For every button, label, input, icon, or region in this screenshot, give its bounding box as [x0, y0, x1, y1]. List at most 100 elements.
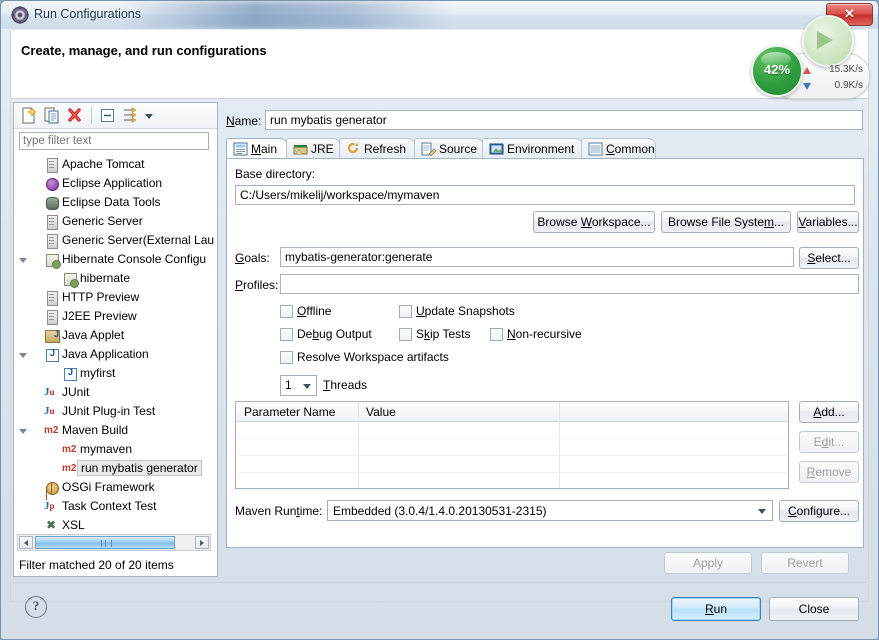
tree-item-label: XSL [62, 518, 85, 530]
tree-item[interactable]: J2EE Preview [16, 307, 215, 326]
tree-item[interactable]: OSGi Framework [16, 478, 215, 497]
tree-item[interactable]: Eclipse Data Tools [16, 193, 215, 212]
java-icon [44, 347, 60, 362]
filter-status-label: Filter matched 20 of 20 items [19, 558, 174, 572]
secondary-gauge-icon [802, 15, 854, 67]
variables-button[interactable]: Variables... [797, 211, 859, 233]
tree-item[interactable]: Apache Tomcat [16, 155, 215, 174]
delete-configuration-icon[interactable] [65, 106, 85, 125]
arrow-right-icon [200, 540, 204, 546]
configuration-name-input[interactable] [265, 110, 863, 130]
tree-item[interactable]: Jp Task Context Test [16, 497, 215, 516]
tree-item[interactable]: Ju JUnit [16, 383, 215, 402]
duplicate-configuration-icon[interactable] [42, 106, 62, 125]
common-tab-icon [588, 142, 603, 156]
tree-item[interactable]: Ju JUnit Plug-in Test [16, 402, 215, 421]
toolbar-separator [91, 107, 92, 124]
tab-label: Common [606, 142, 655, 156]
tab-label: Main [251, 142, 278, 156]
configurations-tree[interactable]: Apache Tomcat Eclipse Application Eclipse … [16, 155, 215, 530]
eclipse-run-icon [11, 6, 29, 24]
non-recursive-checkbox[interactable] [490, 328, 503, 341]
scroll-right-button[interactable] [195, 536, 209, 549]
parameters-table[interactable]: Parameter Name Value [235, 401, 789, 490]
tab-refresh[interactable]: Refresh [339, 138, 416, 159]
remove-parameter-button: Remove [799, 461, 859, 483]
maven-icon: m2 [44, 425, 59, 436]
resolve-workspace-artifacts-checkbox[interactable] [280, 351, 293, 364]
browse-file-system-button[interactable]: Browse File System... [661, 211, 791, 233]
tree-item-label: Maven Build [62, 423, 129, 437]
tree-item-label: Hibernate Console Configu [62, 252, 207, 266]
junit-plugin-icon: Ju [44, 405, 55, 417]
tree-item[interactable]: m2 run mybatis generator [16, 459, 215, 478]
tree-item[interactable]: Hibernate Console Configu [16, 250, 215, 269]
download-speed-value: 0.9K/s [834, 80, 863, 91]
debug-output-checkbox[interactable] [280, 328, 293, 341]
tree-twisty-icon[interactable] [19, 353, 27, 358]
filter-input[interactable] [19, 132, 209, 150]
column-value: Value [366, 405, 396, 419]
run-button[interactable]: Run [671, 597, 761, 621]
chevron-down-icon [303, 384, 311, 389]
server-icon [44, 233, 60, 249]
new-configuration-icon[interactable] [19, 106, 39, 125]
tree-item[interactable]: Java Applet [16, 326, 215, 345]
arrow-left-icon [24, 540, 28, 546]
update-snapshots-checkbox[interactable] [399, 305, 412, 318]
upload-speed-value: 15.3K/s [829, 64, 863, 75]
browse-workspace-button[interactable]: Browse Workspace... [533, 211, 655, 233]
maven-runtime-value: Embedded (3.0.4/1.4.0.20130531-2315) [333, 504, 547, 518]
tree-twisty-icon[interactable] [19, 429, 27, 434]
add-parameter-button[interactable]: Add... [799, 401, 859, 423]
base-directory-input[interactable] [235, 185, 855, 205]
tree-item-label: run mybatis generator [77, 460, 202, 476]
table-row[interactable] [236, 438, 788, 456]
tree-item-label: Generic Server [62, 214, 143, 228]
threads-select[interactable]: 1 [280, 375, 317, 396]
tree-item[interactable]: hibernate [16, 269, 215, 288]
tree-item[interactable]: ✖ XSL [16, 516, 215, 530]
skip-tests-checkbox[interactable] [399, 328, 412, 341]
help-icon[interactable]: ? [25, 596, 47, 618]
chevron-down-icon[interactable] [142, 106, 156, 125]
tree-item[interactable]: Generic Server [16, 212, 215, 231]
tree-item[interactable]: m2 Maven Build [16, 421, 215, 440]
tree-item[interactable]: Generic Server(External Laun [16, 231, 215, 250]
tab-label: JRE [311, 142, 334, 156]
offline-checkbox[interactable] [280, 305, 293, 318]
configure-runtime-button[interactable]: Configure... [779, 500, 859, 522]
select-goals-button[interactable]: Select... [799, 247, 859, 269]
tree-item[interactable]: m2 mymaven [16, 440, 215, 459]
tree-item[interactable]: Eclipse Application [16, 174, 215, 193]
tab-jre[interactable]: JRE [286, 138, 341, 159]
collapse-all-icon[interactable] [98, 106, 118, 125]
tab-common[interactable]: Common [581, 138, 656, 159]
table-row[interactable] [236, 421, 788, 439]
tree-item[interactable]: HTTP Preview [16, 288, 215, 307]
tree-item-label: Apache Tomcat [62, 157, 145, 171]
tree-item-label: myfirst [80, 366, 116, 380]
tab-source[interactable]: Source [414, 138, 484, 159]
chevron-down-icon [758, 509, 766, 514]
scroll-left-button[interactable] [19, 536, 33, 549]
tab-environment[interactable]: Environment [482, 138, 583, 159]
profiles-input[interactable] [280, 274, 859, 294]
maven-runtime-select[interactable]: Embedded (3.0.4/1.4.0.20130531-2315) [327, 500, 773, 521]
tree-item[interactable]: myfirst [16, 364, 215, 383]
tree-item[interactable]: Java Application [16, 345, 215, 364]
xsl-icon: ✖ [46, 518, 57, 530]
arrow-down-icon [803, 83, 811, 90]
goals-input[interactable] [280, 247, 794, 267]
tab-main[interactable]: Main [226, 138, 288, 159]
tree-horizontal-scrollbar[interactable] [17, 534, 211, 551]
network-speed-widget[interactable]: 42% 15.3K/s 0.9K/s [745, 15, 870, 99]
table-row[interactable] [236, 455, 788, 473]
filter-icon[interactable] [121, 106, 141, 125]
table-row[interactable] [236, 472, 788, 490]
tree-twisty-icon[interactable] [19, 258, 27, 263]
cpu-percent-gauge: 42% [751, 45, 803, 97]
close-button[interactable]: Close [769, 597, 859, 621]
scrollbar-thumb[interactable] [35, 536, 175, 549]
java-applet-icon [44, 328, 60, 343]
